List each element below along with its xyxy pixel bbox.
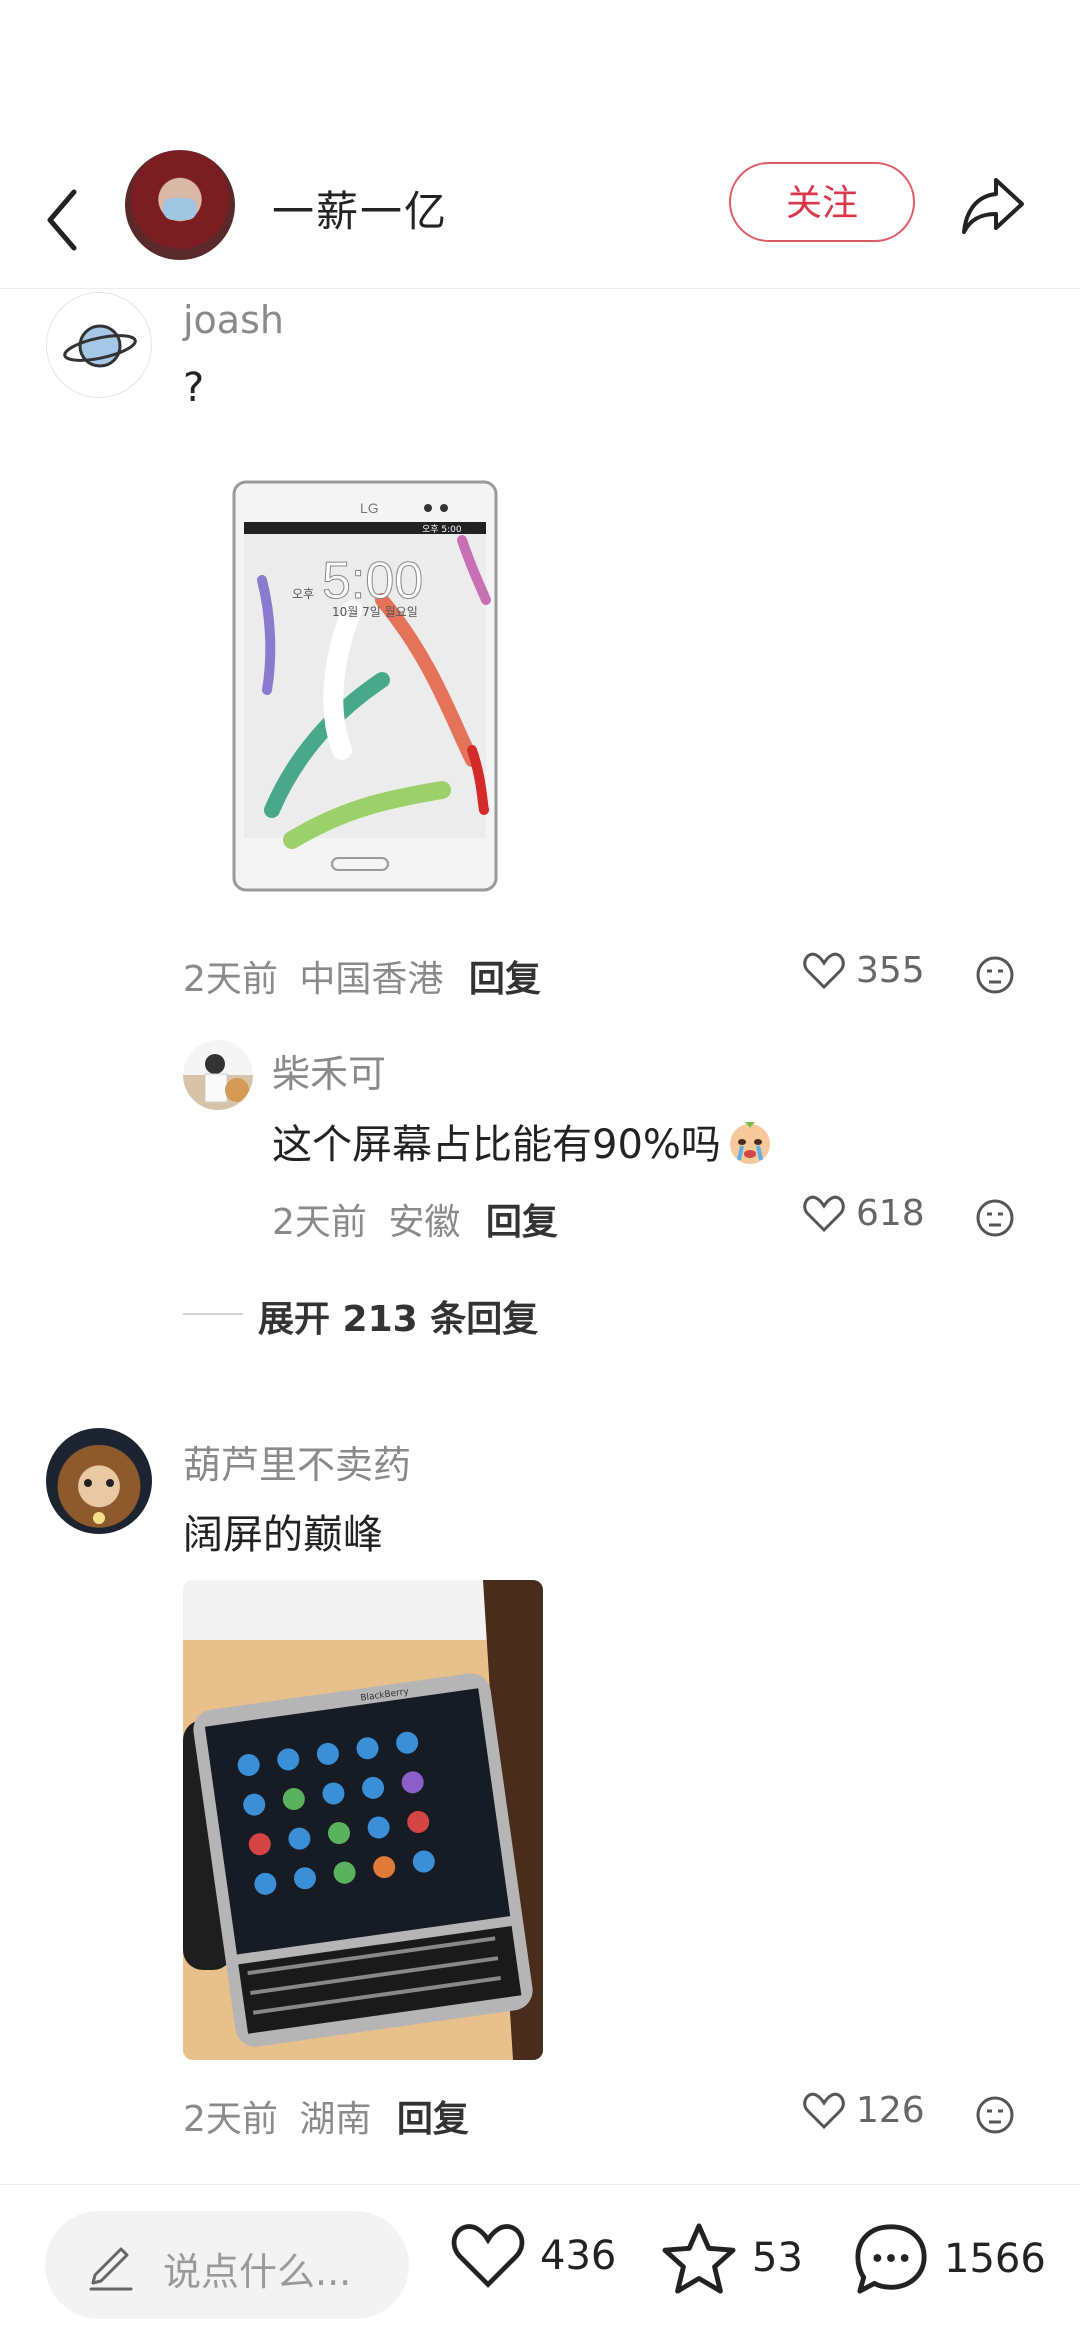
heart-icon (803, 1195, 845, 1232)
reply-time: 2天前 (272, 1202, 367, 1243)
reply-username[interactable]: 柴禾可 (272, 1043, 386, 1098)
reply-meta: 2天前 安徽 回复 (272, 1193, 558, 1245)
favorite-total: 53 (752, 2235, 803, 2281)
comment-text: ? (183, 365, 205, 411)
pencil-icon (89, 2247, 133, 2291)
comment-image[interactable]: BlackBerry (183, 1580, 543, 2060)
like-count: 355 (856, 950, 925, 991)
comment-image[interactable]: 5:00 오후 10월 7일 월요일 LG 오후 5:00 (232, 480, 498, 892)
like-action[interactable]: 436 (450, 2221, 616, 2291)
chat-bubble-icon (855, 2224, 927, 2294)
comment-time: 2天前 (183, 2099, 278, 2140)
phone-ampm: 오후 (292, 587, 314, 601)
comment-input[interactable]: 说点什么... (45, 2211, 409, 2319)
heart-icon (451, 2224, 525, 2288)
comment-total: 1566 (944, 2236, 1046, 2282)
comment-location: 湖南 (299, 2099, 372, 2140)
reply-location: 安徽 (388, 1202, 461, 1243)
reply-button[interactable]: 回复 (469, 959, 541, 1000)
like-count: 126 (856, 2090, 925, 2131)
dislike-face-icon[interactable] (975, 955, 1015, 995)
comment-text: 阔屏的巅峰 (183, 1512, 383, 1558)
comment-meta: 2天前 中国香港 回复 (183, 950, 541, 1002)
comment-meta: 2天前 湖南 回复 (183, 2090, 469, 2142)
comment-avatar[interactable] (46, 292, 152, 398)
phone-status: 오후 5:00 (422, 524, 462, 535)
comment-avatar[interactable] (46, 1428, 152, 1534)
comment-username[interactable]: joash (183, 298, 284, 342)
post-header: 一薪一亿 关注 (0, 150, 1080, 289)
back-arrow-icon[interactable] (40, 180, 90, 260)
comment-username[interactable]: 葫芦里不卖药 (183, 1434, 411, 1489)
like-count: 618 (856, 1193, 925, 1234)
reply-text: 这个屏幕占比能有90%吗 (272, 1122, 721, 1168)
reply-button[interactable]: 回复 (397, 2099, 469, 2140)
comment-action[interactable]: 1566 (852, 2221, 1046, 2297)
reply-avatar[interactable] (183, 1040, 253, 1110)
dislike-face-icon[interactable] (975, 2095, 1015, 2135)
dislike-face-icon[interactable] (975, 1198, 1015, 1238)
phone-time: 5:00 (322, 552, 423, 610)
follow-button[interactable]: 关注 (729, 162, 915, 242)
reply-like[interactable]: 618 (802, 1193, 925, 1234)
comment-time: 2天前 (183, 959, 278, 1000)
phone-brand: LG (360, 500, 379, 516)
comment-location: 中国香港 (299, 959, 444, 1000)
reply-text-row: 这个屏幕占比能有90%吗 (272, 1112, 775, 1170)
phone-date: 10월 7일 월요일 (332, 605, 418, 619)
bottom-bar: 说点什么... 436 53 1566 (0, 2184, 1080, 2345)
comment-like[interactable]: 126 (802, 2090, 925, 2131)
favorite-action[interactable]: 53 (660, 2221, 803, 2295)
crying-face-icon (729, 1122, 770, 1164)
heart-icon (803, 952, 845, 989)
expand-replies[interactable]: 展开 213 条回复 (258, 1290, 538, 1342)
heart-icon (803, 2092, 845, 2129)
input-placeholder: 说点什么... (163, 2250, 352, 2294)
star-icon (662, 2223, 736, 2294)
author-name[interactable]: 一薪一亿 (272, 178, 448, 239)
expand-divider (183, 1313, 243, 1315)
author-avatar[interactable] (125, 150, 235, 260)
planet-icon (63, 324, 137, 368)
reply-button[interactable]: 回复 (486, 1202, 558, 1243)
comment-like[interactable]: 355 (802, 950, 925, 991)
like-total: 436 (540, 2233, 617, 2279)
share-icon[interactable] (958, 174, 1028, 238)
